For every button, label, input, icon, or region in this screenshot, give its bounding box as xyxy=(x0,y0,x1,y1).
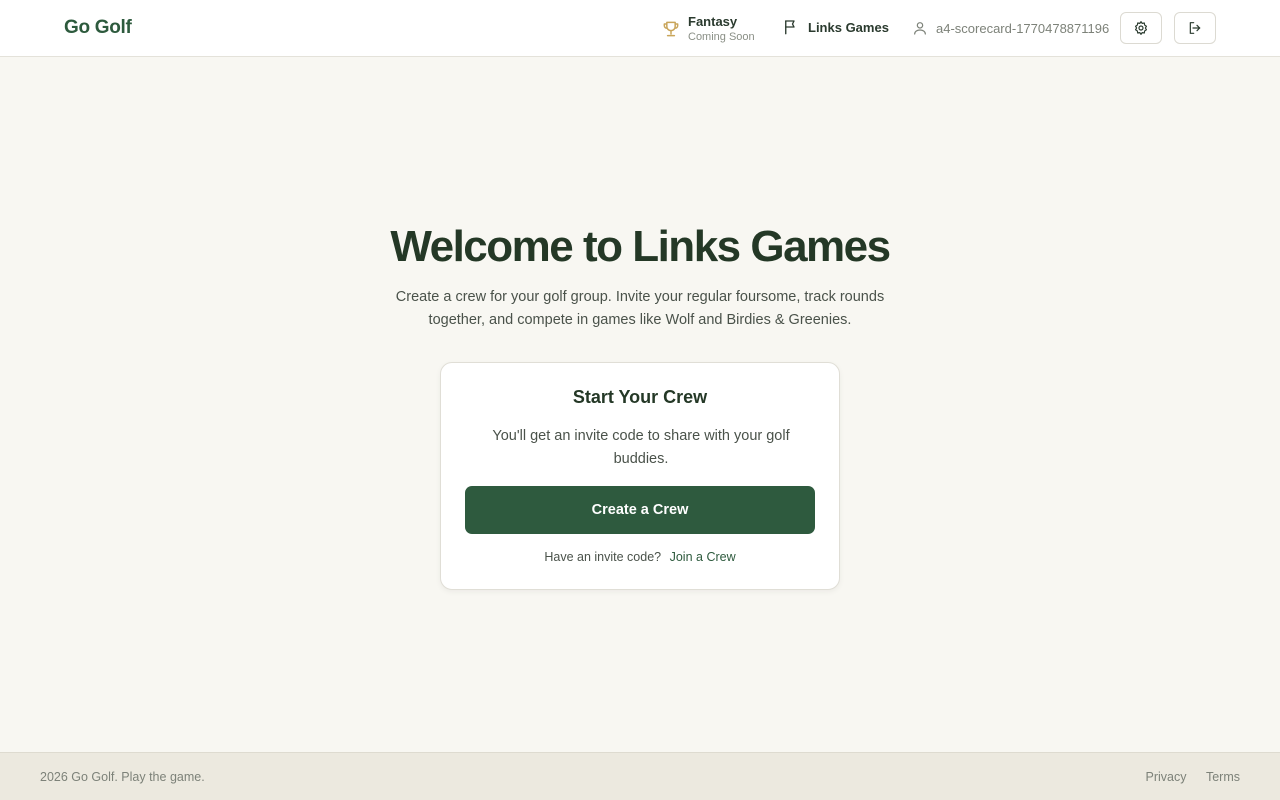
footer: 2026 Go Golf. Play the game. Privacy Ter… xyxy=(0,752,1280,800)
join-crew-link[interactable]: Join a Crew xyxy=(670,550,736,564)
user-name: a4-scorecard-1770478871196 xyxy=(936,20,1110,36)
card-description: You'll get an invite code to share with … xyxy=(492,428,790,467)
trophy-icon xyxy=(663,21,679,37)
user-info: a4-scorecard-1770478871196 xyxy=(912,20,1109,36)
footer-links: Privacy Terms xyxy=(1130,770,1241,784)
card-title: Start Your Crew xyxy=(572,387,708,407)
create-crew-button[interactable]: Create a Crew xyxy=(465,486,815,534)
invite-prompt: Have an invite code? xyxy=(544,550,662,564)
nav-fantasy-sublabel: Coming Soon xyxy=(688,31,755,43)
terms-link[interactable]: Terms xyxy=(1206,770,1240,784)
flag-icon xyxy=(785,20,795,35)
logout-icon xyxy=(1189,22,1201,34)
invite-row: Have an invite code? Join a Crew xyxy=(441,550,839,564)
privacy-link[interactable]: Privacy xyxy=(1146,770,1187,784)
nav-fantasy-label: Fantasy xyxy=(688,14,738,29)
page-subtitle: Create a crew for your golf group. Invit… xyxy=(395,289,885,328)
start-crew-card: Start Your Crew You'll get an invite cod… xyxy=(440,362,840,590)
settings-button[interactable] xyxy=(1120,12,1162,44)
gear-icon xyxy=(1135,21,1147,35)
nav-item-links-games[interactable]: Links Games xyxy=(782,18,889,36)
page-title: Welcome to Links Games xyxy=(390,222,891,271)
brand-logo[interactable]: Go Golf xyxy=(64,17,132,39)
nav-item-fantasy[interactable]: Fantasy Coming Soon xyxy=(661,14,755,44)
nav-links-games-label: Links Games xyxy=(808,19,889,35)
footer-copyright: 2026 Go Golf. Play the game. xyxy=(40,770,205,784)
logout-button[interactable] xyxy=(1174,12,1216,44)
top-header: Go Golf Fantasy Coming Soon Links Games … xyxy=(0,0,1280,57)
user-icon xyxy=(914,22,926,35)
